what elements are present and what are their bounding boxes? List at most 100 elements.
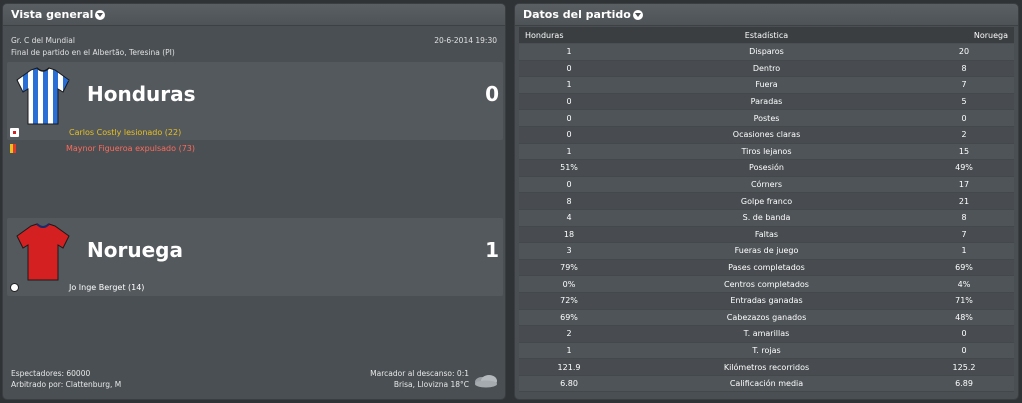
away-stat-value: 4% — [957, 279, 971, 289]
away-stat-value: 7 — [961, 229, 967, 239]
away-stat-value: 48% — [955, 312, 973, 322]
stats-title: Datos del partido — [523, 8, 631, 21]
away-stat-value: 5 — [961, 97, 967, 107]
stat-label: Kilómetros recorridos — [723, 362, 810, 372]
table-row: 0 Postes 0 — [519, 110, 1014, 127]
dropdown-arrow-icon[interactable] — [95, 9, 106, 20]
home-event-text[interactable]: Maynor Figueroa expulsado (73) — [66, 144, 195, 153]
stat-label: T. amarillas — [743, 329, 790, 339]
stat-column-header: Estadística — [744, 30, 789, 40]
stat-label: Cabezazos ganados — [726, 312, 807, 322]
stat-label: Posesión — [749, 163, 784, 173]
home-stat-value: 121.9 — [557, 362, 581, 372]
home-stat-value: 1 — [566, 146, 572, 156]
match-info-right: Marcador al descanso: 0:1 Brisa, Llovizn… — [370, 368, 469, 390]
stat-label: Córners — [750, 180, 783, 190]
table-row: 18 Faltas 7 — [519, 226, 1014, 244]
home-team-name[interactable]: Honduras — [87, 82, 196, 106]
home-stat-value: 1 — [566, 47, 572, 57]
table-row: 0% Centros completados 4% — [519, 276, 1014, 293]
away-stat-value: 8 — [961, 63, 967, 73]
table-row: 0 Ocasiones claras 2 — [519, 126, 1014, 144]
home-stat-value: 1 — [566, 80, 572, 90]
stat-label: Paradas — [750, 97, 783, 107]
stat-label: Ocasiones claras — [732, 130, 801, 140]
away-event-text[interactable]: Jo Inge Berget (14) — [69, 283, 144, 292]
table-row: 69% Cabezazos ganados 48% — [519, 309, 1014, 327]
stat-label: Postes — [753, 113, 780, 123]
away-stat-value: 17 — [958, 180, 970, 190]
match-stats-panel: Datos del partido Honduras Estadística N… — [514, 3, 1019, 400]
away-stat-value: 69% — [955, 263, 973, 273]
competition-label: Gr. C del Mundial — [11, 36, 75, 45]
table-row: 121.9 Kilómetros recorridos 125.2 — [519, 359, 1014, 376]
table-row: 8 Golpe franco 21 — [519, 193, 1014, 210]
away-team-name[interactable]: Noruega — [87, 238, 183, 262]
stats-header[interactable]: Datos del partido — [515, 4, 1018, 26]
stat-label: Dentro — [752, 63, 781, 73]
table-row: 2 T. amarillas 0 — [519, 326, 1014, 343]
table-row: 3 Fueras de juego 1 — [519, 243, 1014, 260]
overview-panel: Vista general Gr. C del Mundial 20-6-201… — [2, 3, 506, 400]
home-event-row: Maynor Figueroa expulsado (73) — [7, 141, 503, 156]
home-stat-value: 51% — [560, 163, 578, 173]
home-column-header[interactable]: Honduras — [519, 31, 629, 40]
table-row: 1 Tiros lejanos 15 — [519, 143, 1014, 161]
home-event-text[interactable]: Carlos Costly lesionado (22) — [69, 128, 181, 137]
home-stat-value: 8 — [566, 196, 572, 206]
stat-label: Fueras de juego — [734, 246, 799, 256]
home-score: 0 — [485, 82, 499, 106]
away-column-header[interactable]: Noruega — [904, 31, 1014, 40]
home-stat-value: 4 — [566, 213, 572, 223]
away-stat-value: 49% — [955, 163, 973, 173]
away-event-row: Jo Inge Berget (14) — [7, 280, 503, 295]
table-row: 72% Entradas ganadas 71% — [519, 292, 1014, 310]
match-info-left: Espectadores: 60000 Arbitrado por: Clatt… — [11, 368, 121, 390]
table-row: 1 T. rojas 0 — [519, 342, 1014, 360]
away-stat-value: 15 — [958, 146, 970, 156]
referee-label[interactable]: Arbitrado por: Clattenburg, M — [11, 379, 121, 390]
stat-label: Faltas — [754, 229, 779, 239]
table-row: 6.80 Calificación media 6.89 — [519, 375, 1014, 393]
stat-label: Fuera — [755, 80, 778, 90]
goal-ball-icon — [10, 283, 19, 292]
spectators-label: Espectadores: 60000 — [11, 369, 91, 378]
stat-label: T. rojas — [752, 345, 781, 355]
home-stat-value: 2 — [566, 329, 572, 339]
table-row: 0 Dentro 8 — [519, 60, 1014, 78]
stat-label: Centros completados — [724, 279, 809, 289]
weather-label: Brisa, Llovizna 18°C — [393, 380, 469, 389]
stats-column-header: Honduras Estadística Noruega — [519, 27, 1014, 43]
away-stat-value: 2 — [961, 130, 967, 140]
stat-label: Calificación media — [729, 379, 804, 389]
home-stat-value: 18 — [563, 229, 575, 239]
home-stat-value: 1 — [566, 345, 572, 355]
halftime-label: Marcador al descanso: 0:1 — [370, 369, 469, 378]
home-stat-value: 79% — [560, 263, 578, 273]
stat-label: Pases completados — [728, 263, 805, 273]
overview-header[interactable]: Vista general — [3, 4, 505, 26]
stat-label: Golpe franco — [740, 196, 793, 206]
table-row: 0 Paradas 5 — [519, 93, 1014, 111]
dropdown-arrow-icon[interactable] — [632, 9, 643, 20]
home-stat-value: 3 — [566, 246, 572, 256]
home-stat-value: 6.80 — [560, 379, 578, 389]
away-stat-value: 7 — [961, 80, 967, 90]
away-stat-value: 21 — [958, 196, 970, 206]
home-stat-value: 0 — [566, 63, 572, 73]
away-stat-value: 71% — [955, 296, 973, 306]
away-shirt-icon — [16, 223, 70, 281]
injury-icon — [10, 128, 19, 137]
table-row: 1 Fuera 7 — [519, 77, 1014, 94]
venue-label: Final de partido en el Albertão, Teresin… — [11, 48, 175, 57]
overview-title: Vista general — [11, 8, 94, 21]
away-stat-value: 8 — [961, 213, 967, 223]
table-row: 1 Disparos 20 — [519, 44, 1014, 61]
away-stat-value: 1 — [961, 246, 967, 256]
away-stat-value: 125.2 — [952, 362, 976, 372]
table-row: 79% Pases completados 69% — [519, 259, 1014, 277]
match-datetime: 20-6-2014 19:30 — [434, 36, 497, 45]
match-meta: Gr. C del Mundial 20-6-2014 19:30 Final … — [11, 36, 497, 60]
home-stat-value: 0% — [562, 279, 576, 289]
home-stat-value: 0 — [566, 180, 572, 190]
